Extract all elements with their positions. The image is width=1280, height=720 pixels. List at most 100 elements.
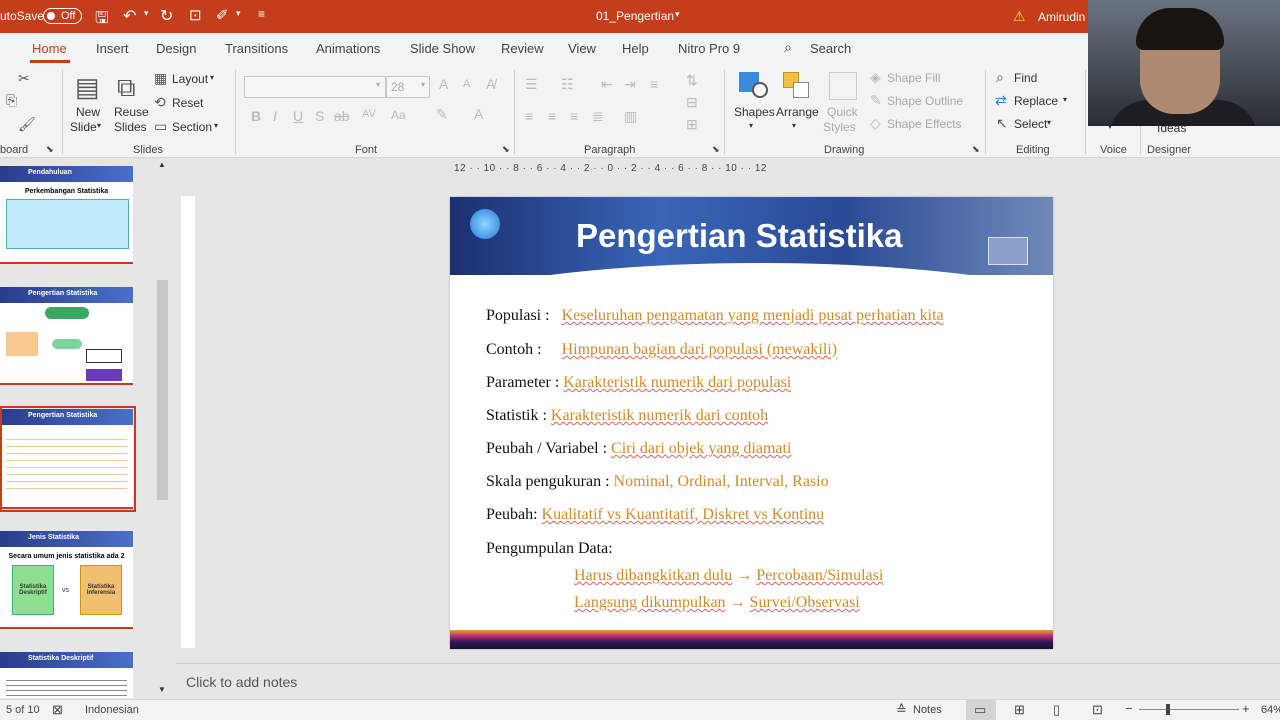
italic-icon[interactable]: I — [273, 108, 277, 124]
shape-fill-icon[interactable]: ◈ — [870, 69, 881, 86]
slide-title[interactable]: Pengertian Statistika — [576, 217, 902, 255]
quick-styles-label[interactable]: Quick — [827, 105, 858, 119]
slide-thumbnail-2[interactable]: Pengertian Statistika — [0, 287, 133, 385]
justify-icon[interactable]: ≣ — [592, 108, 604, 125]
bullets-icon[interactable]: ☰ — [525, 76, 538, 93]
title-dropdown-icon[interactable]: ▾ — [675, 9, 680, 20]
warning-icon[interactable]: ⚠ — [1013, 8, 1026, 25]
select-dropdown-icon[interactable]: ▾ — [1047, 118, 1051, 127]
notes-icon[interactable]: ≙ — [896, 702, 907, 718]
quick-styles-icon[interactable] — [829, 72, 857, 100]
font-launcher-icon[interactable]: ⬊ — [502, 144, 510, 155]
zoom-slider-thumb[interactable] — [1166, 704, 1170, 715]
font-name-dropdown-icon[interactable]: ▾ — [376, 80, 380, 89]
cut-icon[interactable]: ✂ — [18, 70, 30, 87]
underline-icon[interactable]: U — [293, 108, 303, 124]
replace-button[interactable]: Replace — [1014, 94, 1058, 108]
slideshow-icon[interactable]: ⊡ — [1092, 702, 1103, 718]
tab-slide-show[interactable]: Slide Show — [410, 41, 475, 56]
autosave-toggle[interactable]: Off — [43, 8, 82, 24]
scroll-down-icon[interactable]: ▼ — [158, 685, 166, 694]
reset-icon[interactable]: ⟲ — [154, 94, 166, 111]
accessibility-icon[interactable]: ⊠ — [52, 702, 63, 718]
section-button[interactable]: Section — [172, 120, 212, 134]
shape-fill-button[interactable]: Shape Fill — [887, 71, 940, 85]
normal-view-icon[interactable]: ▭ — [974, 702, 986, 718]
row-peubah[interactable]: Peubah: Kualitatif vs Kuantitatif, Diskr… — [486, 506, 824, 524]
clipboard-launcher-icon[interactable]: ⬊ — [46, 144, 54, 155]
shape-outline-icon[interactable]: ✎ — [870, 92, 882, 109]
tab-insert[interactable]: Insert — [96, 41, 129, 56]
clear-formatting-icon[interactable]: A̸ — [486, 76, 495, 92]
row-contoh[interactable]: Contoh : Himpunan bagian dari populasi (m… — [486, 341, 837, 359]
row-peubah-variabel[interactable]: Peubah / Variabel : Ciri dari objek yang… — [486, 440, 791, 458]
smartart-icon[interactable]: ⊞ — [686, 116, 698, 133]
row-pengumpulan-sub-2[interactable]: Langsung dikumpulkan → Survei/Observasi — [574, 594, 860, 612]
numbering-icon[interactable]: ☷ — [561, 76, 574, 93]
search-icon[interactable]: ⌕ — [784, 39, 792, 56]
start-from-beginning-icon[interactable]: ⊡ — [189, 6, 202, 24]
strikethrough-icon[interactable]: ab — [334, 108, 350, 124]
scroll-thumb[interactable] — [157, 280, 168, 500]
text-direction-icon[interactable]: ⇅ — [686, 72, 698, 89]
row-skala-pengukuran[interactable]: Skala pengukuran : Nominal, Ordinal, Int… — [486, 473, 829, 491]
shapes-button[interactable]: Shapes — [734, 105, 775, 119]
zoom-slider[interactable] — [1139, 709, 1239, 710]
tab-transitions[interactable]: Transitions — [225, 41, 288, 56]
increase-indent-icon[interactable]: ⇥ — [624, 76, 636, 93]
new-slide-label-2[interactable]: Slide — [70, 120, 97, 134]
section-icon[interactable]: ▭ — [154, 118, 167, 135]
align-left-icon[interactable]: ≡ — [525, 108, 533, 124]
arrange-button[interactable]: Arrange — [776, 105, 819, 119]
tab-review[interactable]: Review — [501, 41, 544, 56]
line-spacing-icon[interactable]: ≡ — [650, 76, 658, 92]
row-pengumpulan-sub-1[interactable]: Harus dibangkitkan dulu → Percobaan/Simu… — [574, 567, 883, 585]
notes-pane[interactable]: Click to add notes — [176, 663, 1280, 699]
replace-dropdown-icon[interactable]: ▾ — [1063, 95, 1067, 104]
columns-icon[interactable]: ▥ — [624, 108, 637, 125]
align-text-icon[interactable]: ⊟ — [686, 94, 698, 111]
reset-button[interactable]: Reset — [172, 96, 203, 110]
shape-effects-icon[interactable]: ◇ — [870, 115, 881, 132]
thumbnail-scrollbar[interactable]: ▲ ▼ — [156, 160, 170, 697]
drawing-launcher-icon[interactable]: ⬊ — [972, 144, 980, 155]
pen-dropdown-icon[interactable]: ▾ — [236, 8, 241, 19]
layout-button[interactable]: Layout — [172, 72, 208, 86]
shadow-icon[interactable]: S — [315, 108, 324, 124]
font-color-icon[interactable]: A — [474, 106, 483, 122]
new-slide-icon[interactable]: ▤ — [75, 72, 100, 103]
tab-animations[interactable]: Animations — [316, 41, 380, 56]
paragraph-launcher-icon[interactable]: ⬊ — [712, 144, 720, 155]
tab-nitro[interactable]: Nitro Pro 9 — [678, 41, 740, 56]
section-dropdown-icon[interactable]: ▾ — [214, 121, 218, 130]
zoom-level[interactable]: 64% — [1261, 704, 1280, 716]
notes-placeholder[interactable]: Click to add notes — [186, 674, 297, 690]
row-parameter[interactable]: Parameter : Karakteristik numerik dari p… — [486, 374, 791, 392]
replace-icon[interactable]: ⇄ — [995, 92, 1007, 109]
font-name-field[interactable] — [244, 76, 386, 98]
arrange-dropdown-icon[interactable]: ▾ — [792, 121, 796, 130]
document-title[interactable]: 01_Pengertian — [596, 9, 674, 23]
tab-design[interactable]: Design — [156, 41, 196, 56]
customize-toolbar-icon[interactable]: ≡ — [258, 7, 265, 21]
copy-icon[interactable]: ⎘ — [6, 92, 17, 109]
new-slide-label[interactable]: New — [76, 105, 100, 119]
undo-dropdown-icon[interactable]: ▾ — [144, 8, 149, 19]
format-painter-icon[interactable]: 🖌 — [18, 116, 36, 133]
increase-font-icon[interactable]: A — [439, 76, 448, 92]
slide-thumbnail-1[interactable]: Pendahuluan Perkembangan Statistika — [0, 166, 133, 264]
layout-dropdown-icon[interactable]: ▾ — [210, 73, 214, 82]
reading-view-icon[interactable]: ▯ — [1053, 702, 1060, 718]
language-indicator[interactable]: Indonesian — [85, 704, 139, 716]
notes-button[interactable]: Notes — [913, 704, 942, 716]
save-icon[interactable]: 🖫 — [95, 7, 109, 34]
find-icon[interactable]: ⌕ — [996, 69, 1004, 86]
decrease-font-icon[interactable]: A — [463, 78, 470, 90]
decrease-indent-icon[interactable]: ⇤ — [601, 76, 613, 93]
find-button[interactable]: Find — [1014, 71, 1037, 85]
slide-sorter-icon[interactable]: ⊞ — [1014, 702, 1025, 718]
change-case-icon[interactable]: Aa — [391, 108, 406, 122]
align-right-icon[interactable]: ≡ — [570, 108, 578, 124]
layout-icon[interactable]: ▦ — [154, 70, 167, 87]
reuse-slides-label-2[interactable]: Slides — [114, 120, 147, 134]
